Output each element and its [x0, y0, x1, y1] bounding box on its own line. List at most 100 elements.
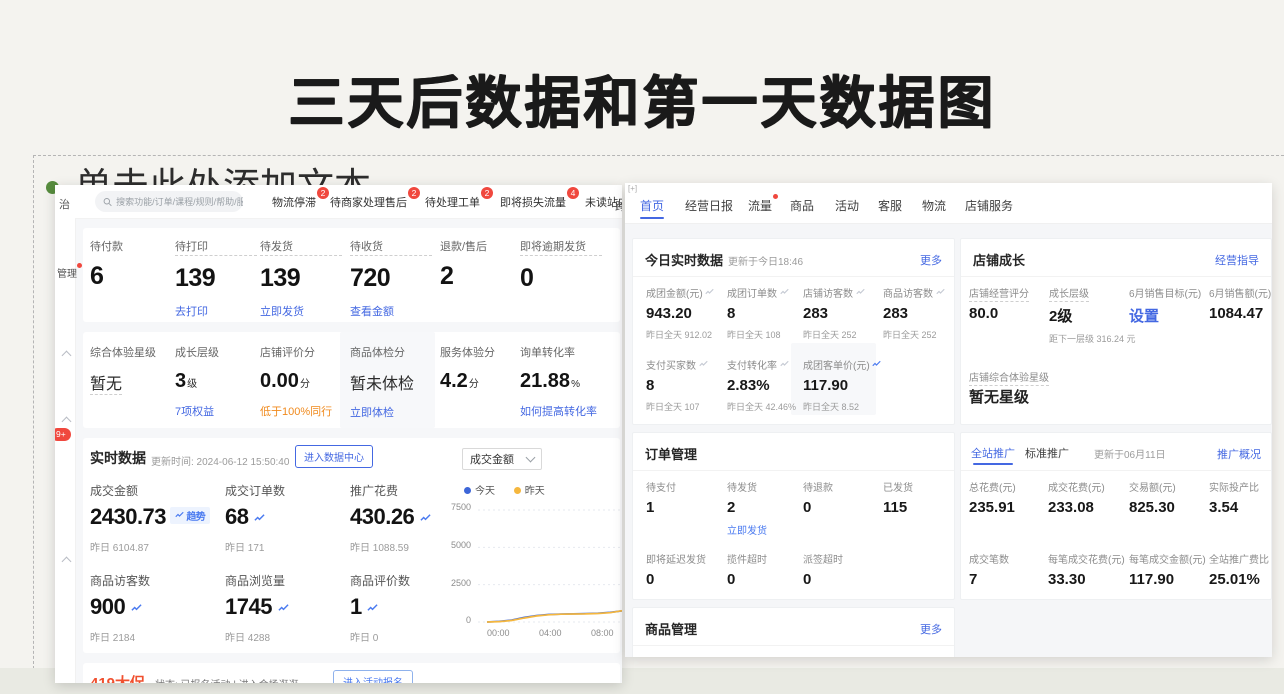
- ship-now-link[interactable]: 立即发货: [727, 522, 813, 537]
- metric-pageviews: 商品浏览量 1745 昨日 4288: [225, 572, 345, 644]
- stat-product-checkup: 商品体检分 暂未体检 立即体检: [350, 344, 436, 420]
- tab-standard-ads[interactable]: 标准推广: [1025, 445, 1069, 461]
- view-amount-link[interactable]: 查看金额: [350, 303, 432, 319]
- metric-visitors: 商品访客数 900 昨日 2184: [90, 572, 210, 644]
- count-badge: 4: [567, 187, 579, 199]
- ads-deal-count: 成交笔数 7: [969, 551, 1055, 588]
- promo-title: 419大促: [90, 672, 145, 683]
- selection-border-left: [33, 155, 34, 694]
- search-placeholder: 搜索功能/订单/课程/规则/帮助/服务: [116, 195, 243, 208]
- order-to-ship: 待发货 2 立即发货: [727, 479, 813, 537]
- goods-management-panel: 商品管理 更多 出售中 已售罄 已下架: [632, 607, 955, 657]
- chart-metric-select[interactable]: 成交金额: [462, 448, 542, 470]
- chevron-up-icon[interactable]: [62, 351, 72, 361]
- promo-desc: 状态: 已报名活动 | 进入会场逛逛: [155, 676, 299, 683]
- trend-icon: [175, 510, 184, 519]
- count-badge: 2: [317, 187, 329, 199]
- trend-icon[interactable]: [856, 287, 865, 296]
- ytick-7500: 7500: [445, 502, 471, 512]
- tab-logistics[interactable]: 物流: [922, 197, 946, 214]
- trend-icon[interactable]: [780, 359, 789, 368]
- ads-amount-per-deal: 每笔成交金额(元) 117.90: [1129, 551, 1215, 588]
- trend-icon[interactable]: [420, 512, 431, 523]
- goods-sold-out: 已售罄: [727, 654, 813, 657]
- more-link[interactable]: 更多: [920, 252, 942, 268]
- tab-daily-report[interactable]: 经营日报: [685, 197, 733, 214]
- legend-dot-today: [464, 487, 471, 494]
- tab-home[interactable]: 首页: [640, 197, 664, 214]
- metric-group-orders: 成团订单数 8 昨日全天 108: [727, 285, 813, 341]
- star-level-label: 店铺综合体验星级: [969, 369, 1049, 384]
- trend-icon[interactable]: [699, 359, 708, 368]
- xtick-0400: 04:00: [539, 628, 562, 638]
- ads-overview-link[interactable]: 推广概况: [1217, 446, 1261, 462]
- data-center-button[interactable]: 进入数据中心: [295, 445, 373, 468]
- trend-icon[interactable]: [367, 602, 378, 613]
- trend-icon[interactable]: [936, 287, 945, 296]
- promo-signup-button[interactable]: 进入活动报名: [333, 670, 413, 683]
- stat-to-ship: 待发货 139 立即发货: [260, 238, 342, 319]
- metric-product-visitors: 商品访客数 283 昨日全天 252: [883, 285, 969, 341]
- metric-avg-order-value: 成团客单价(元) 117.90 昨日全天 8.52: [803, 357, 889, 413]
- legend-dot-yesterday: [514, 487, 521, 494]
- search-icon: [103, 197, 112, 207]
- count-badge: 2: [408, 187, 420, 199]
- promo-card: 419大促 状态: 已报名活动 | 进入会场逛逛 进入活动报名: [83, 663, 620, 683]
- sidebar-fragment: 治: [59, 196, 70, 212]
- metric-orders: 成交订单数 68 昨日 171: [225, 482, 345, 554]
- trend-icon[interactable]: [705, 287, 714, 296]
- stat-refund-aftersale: 退款/售后 2: [440, 238, 522, 291]
- ytick-0: 0: [445, 615, 471, 625]
- tab-traffic[interactable]: 流量: [748, 197, 772, 214]
- today-realtime-panel: 今日实时数据 更新于今日18:46 更多 成团金额(元) 943.20 昨日全天…: [632, 238, 955, 425]
- trend-icon[interactable]: [131, 602, 142, 613]
- divider: [633, 276, 954, 277]
- rights-link[interactable]: 7项权益: [175, 403, 261, 419]
- ship-now-link[interactable]: 立即发货: [260, 303, 342, 319]
- stat-shop-rating: 店铺评价分 0.00分 低于100%同行: [260, 344, 346, 419]
- search-input[interactable]: 搜索功能/订单/课程/规则/帮助/服务: [95, 191, 243, 212]
- chevron-up-icon[interactable]: [62, 557, 72, 567]
- divider: [961, 470, 1271, 471]
- todo-stats-card: 待付款 6 待打印 139 去打印 待发货 139 立即发货 待收货 720 查…: [83, 228, 620, 322]
- below-peers-link[interactable]: 低于100%同行: [260, 403, 346, 419]
- tab-goods[interactable]: 商品: [790, 197, 814, 214]
- metric-sales-target: 6月销售目标(元) 设置: [1129, 285, 1215, 326]
- left-sidebar: 治 管理 9+: [55, 185, 76, 683]
- topnav-crossborder[interactable]: 跨境: [615, 198, 622, 214]
- trend-icon[interactable]: [872, 359, 881, 368]
- metric-group-gmv: 成团金额(元) 943.20 昨日全天 912.02: [646, 285, 732, 341]
- trend-icon[interactable]: [278, 602, 289, 613]
- tab-customer-service[interactable]: 客服: [878, 197, 902, 214]
- stat-service-score: 服务体验分 4.2分: [440, 344, 526, 393]
- notification-dot: [773, 194, 778, 199]
- trend-icon[interactable]: [780, 287, 789, 296]
- tab-sitewide-ads[interactable]: 全站推广: [971, 445, 1015, 461]
- stat-growth-level: 成长层级 3级 7项权益: [175, 344, 261, 419]
- checkup-now-link[interactable]: 立即体检: [350, 404, 436, 420]
- topnav-logistics-stalled[interactable]: 物流停滞2: [272, 194, 316, 210]
- more-link[interactable]: 更多: [920, 621, 942, 637]
- topnav-traffic-loss[interactable]: 即将损失流量4: [500, 194, 566, 210]
- go-print-link[interactable]: 去打印: [175, 303, 257, 319]
- tab-shop-services[interactable]: 店铺服务: [965, 197, 1013, 214]
- realtime-updated: 更新时间: 2024-06-12 15:50:40: [151, 453, 289, 468]
- ads-deal-spend: 成交花费(元) 233.08: [1048, 479, 1134, 516]
- metric-gmv: 成交金额 2430.73 趋势 昨日 6104.87: [90, 482, 210, 554]
- improve-conversion-link[interactable]: 如何提高转化率: [520, 403, 606, 419]
- chevron-up-icon[interactable]: [62, 417, 72, 427]
- topnav-pending-tickets[interactable]: 待处理工单2: [425, 194, 480, 210]
- topnav-pending-aftersale[interactable]: 待商家处理售后2: [330, 194, 407, 210]
- sidebar-item-management[interactable]: 管理: [57, 265, 77, 280]
- trend-badge[interactable]: 趋势: [170, 507, 210, 524]
- right-content: 今日实时数据 更新于今日18:46 更多 成团金额(元) 943.20 昨日全天…: [625, 224, 1272, 657]
- tab-activities[interactable]: 活动: [835, 197, 859, 214]
- goods-on-sale: 出售中: [646, 654, 732, 657]
- divider: [633, 645, 954, 646]
- chevron-down-icon: [526, 453, 536, 463]
- stat-inquiry-conversion: 询单转化率 21.88% 如何提高转化率: [520, 344, 606, 419]
- business-guide-link[interactable]: 经营指导: [1215, 252, 1259, 268]
- order-pending-refund: 待退款 0: [803, 479, 889, 516]
- set-target-link[interactable]: 设置: [1129, 305, 1215, 326]
- trend-icon[interactable]: [254, 512, 265, 523]
